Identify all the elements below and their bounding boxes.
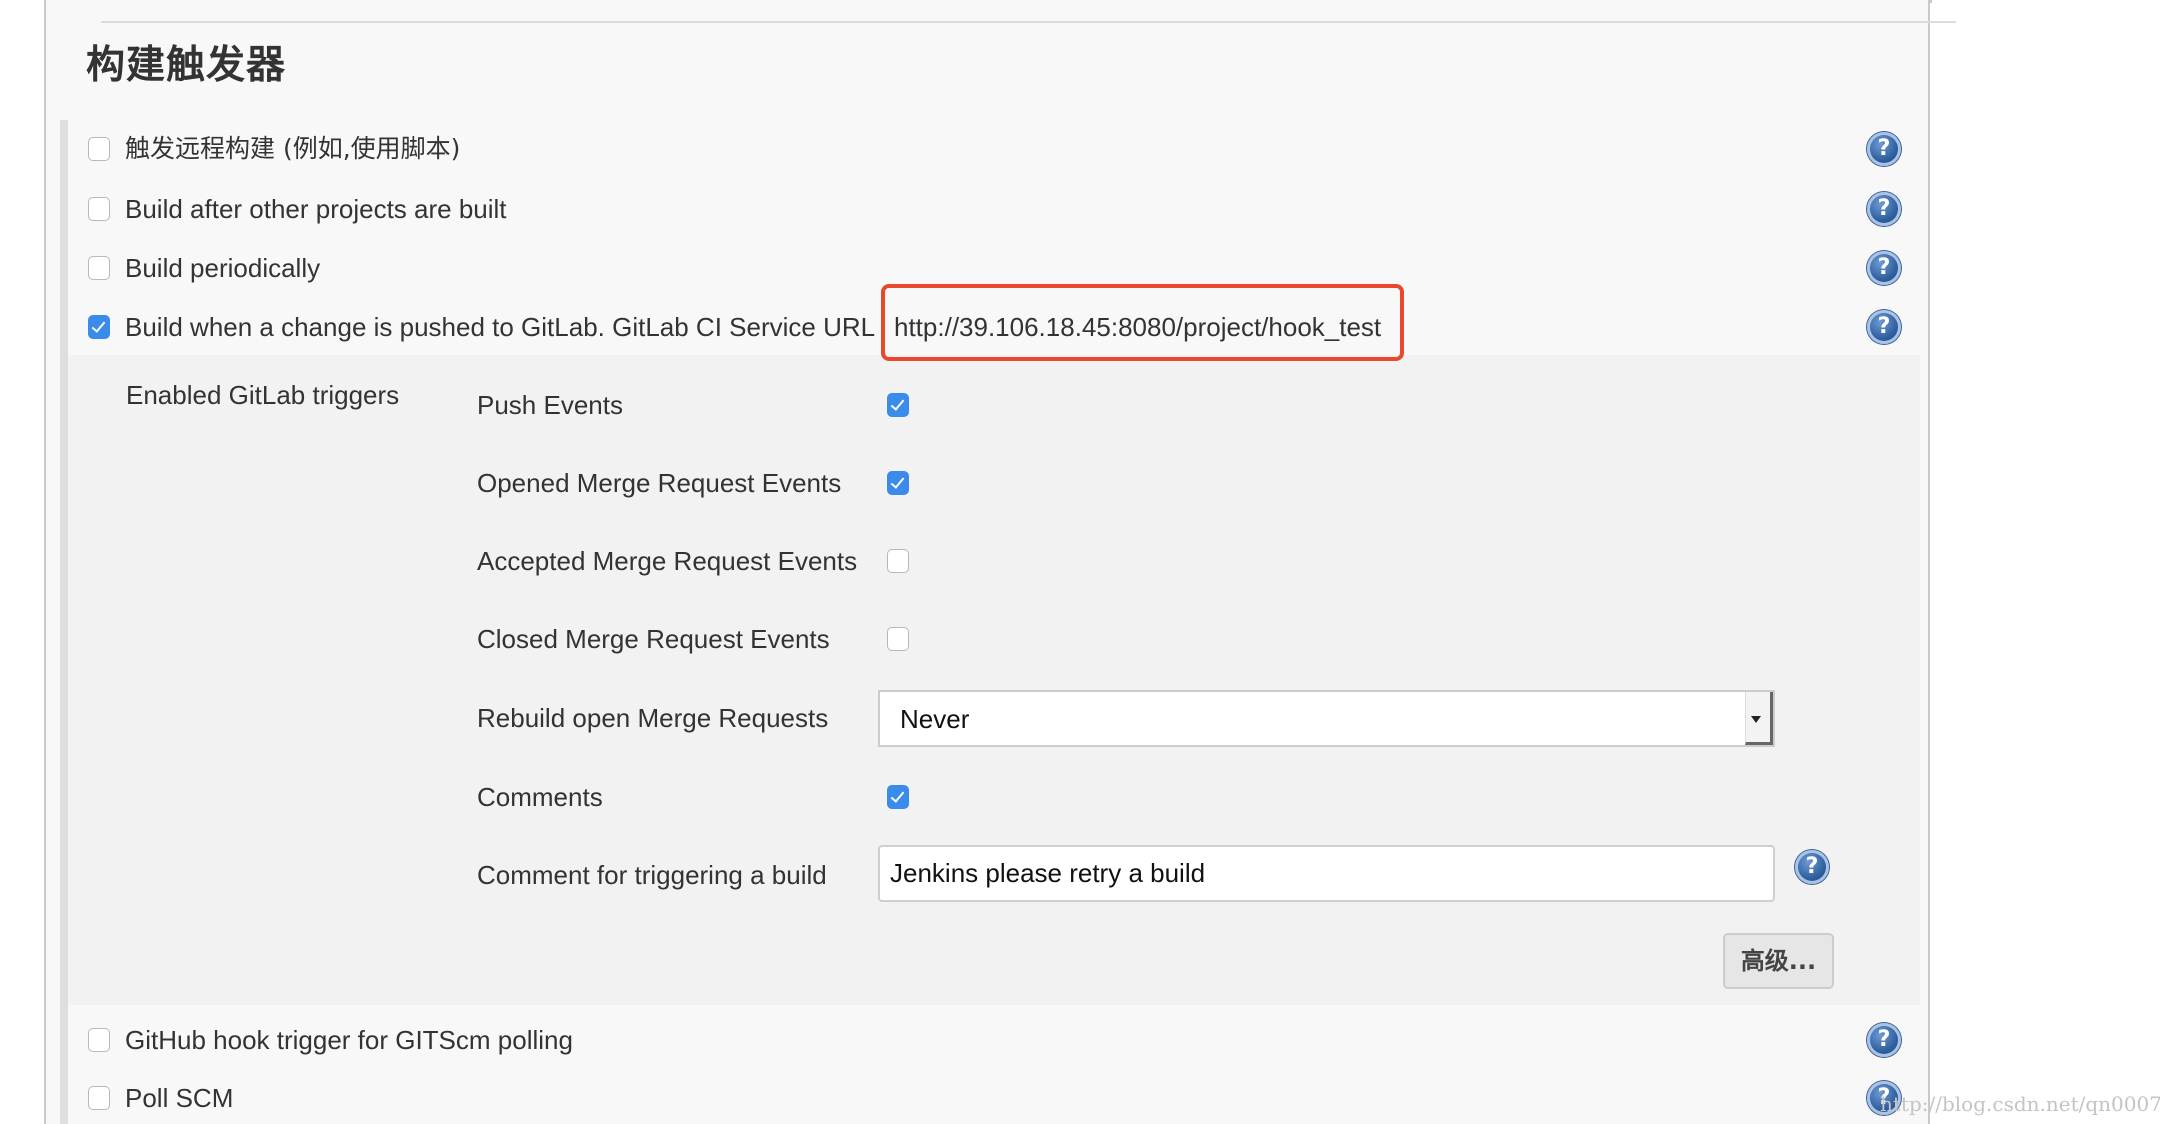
trigger-remote-label: 触发远程构建 (例如,使用脚本) bbox=[125, 134, 461, 163]
help-icon[interactable]: ? bbox=[1867, 1023, 1901, 1057]
trigger-after-other-label: Build after other projects are built bbox=[125, 194, 507, 224]
closed-mr-events-checkbox[interactable] bbox=[887, 627, 909, 651]
accepted-mr-events-label: Accepted Merge Request Events bbox=[477, 546, 858, 576]
chevron-down-icon bbox=[1751, 716, 1761, 723]
comment-trigger-label: Comment for triggering a build bbox=[477, 860, 827, 890]
gitlab-options-block bbox=[68, 355, 1920, 1005]
opened-mr-events-checkbox[interactable] bbox=[887, 471, 909, 495]
accepted-mr-events-checkbox[interactable] bbox=[887, 549, 909, 573]
trigger-remote-checkbox[interactable] bbox=[88, 137, 110, 161]
trigger-github-hook-checkbox[interactable] bbox=[88, 1028, 110, 1052]
push-events-checkbox[interactable] bbox=[887, 393, 909, 417]
opened-mr-events-label: Opened Merge Request Events bbox=[477, 468, 842, 498]
help-icon[interactable]: ? bbox=[1795, 850, 1829, 884]
trigger-gitlab-label: Build when a change is pushed to GitLab.… bbox=[125, 312, 876, 342]
section-divider bbox=[101, 21, 1956, 23]
help-icon[interactable]: ? bbox=[1867, 251, 1901, 285]
trigger-periodically-label: Build periodically bbox=[125, 253, 321, 283]
comment-trigger-input[interactable] bbox=[878, 845, 1775, 902]
rebuild-mr-select[interactable]: Never bbox=[878, 690, 1775, 747]
advanced-button[interactable]: 高级... bbox=[1723, 933, 1834, 989]
trigger-poll-scm-label: Poll SCM bbox=[125, 1083, 234, 1113]
rebuild-mr-selected-value: Never bbox=[900, 704, 970, 734]
comments-label: Comments bbox=[477, 782, 603, 812]
help-icon[interactable]: ? bbox=[1867, 192, 1901, 226]
trigger-after-other-checkbox[interactable] bbox=[88, 197, 110, 221]
help-icon[interactable]: ? bbox=[1867, 310, 1901, 344]
trigger-poll-scm-checkbox[interactable] bbox=[88, 1086, 110, 1110]
trigger-github-hook-label: GitHub hook trigger for GITScm polling bbox=[125, 1025, 573, 1055]
url-highlight-box bbox=[881, 284, 1404, 361]
push-events-label: Push Events bbox=[477, 390, 623, 420]
gitlab-triggers-group-label: Enabled GitLab triggers bbox=[126, 380, 400, 410]
section-title: 构建触发器 bbox=[86, 43, 287, 88]
trigger-periodically-checkbox[interactable] bbox=[88, 256, 110, 280]
comments-checkbox[interactable] bbox=[887, 785, 909, 809]
closed-mr-events-label: Closed Merge Request Events bbox=[477, 624, 830, 654]
select-arrow-button[interactable] bbox=[1745, 692, 1773, 745]
rebuild-mr-label: Rebuild open Merge Requests bbox=[477, 703, 829, 733]
help-icon[interactable]: ? bbox=[1867, 132, 1901, 166]
watermark-text: http://blog.csdn.net/qn0007 bbox=[1880, 1092, 2160, 1116]
trigger-gitlab-checkbox[interactable] bbox=[88, 315, 110, 339]
section-accent-bar bbox=[60, 120, 68, 1124]
